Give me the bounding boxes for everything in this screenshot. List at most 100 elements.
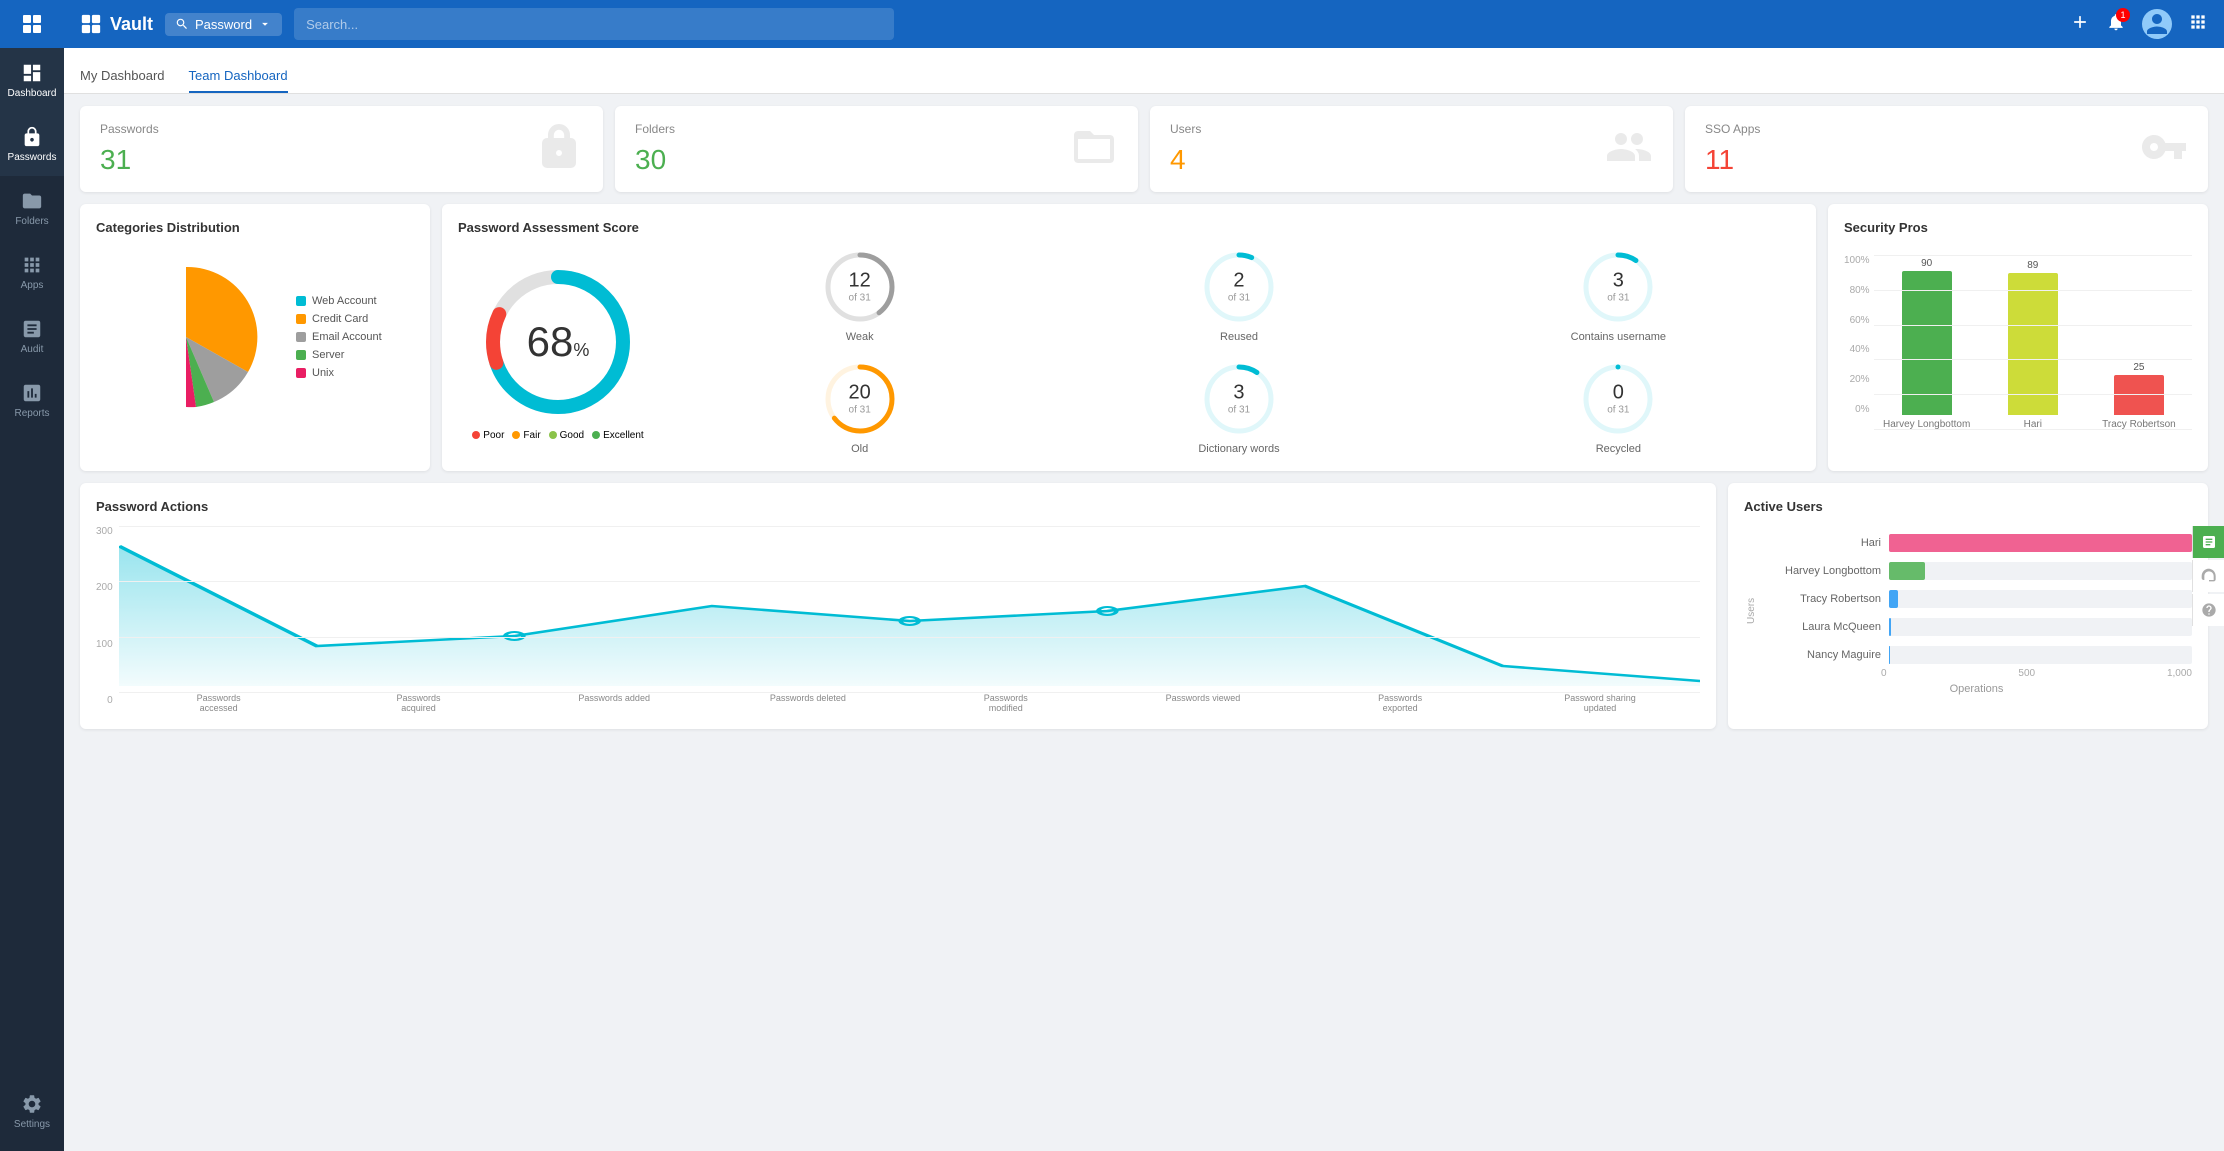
- security-y-axis: 100% 80% 60% 40% 20% 0%: [1844, 255, 1874, 415]
- legend-unix: Unix: [296, 367, 382, 379]
- active-users-x-axis: 0 500 1,000: [1761, 668, 2192, 679]
- metric-num-old: 20 of 31: [849, 381, 871, 415]
- right-icon-help[interactable]: [2192, 594, 2224, 626]
- metric-num-weak: 12 of 31: [849, 269, 871, 303]
- stat-icon-users: [1605, 123, 1653, 176]
- categories-card: Categories Distribution: [80, 204, 430, 471]
- bar-harvey-fill: [1902, 271, 1952, 415]
- sidebar-item-passwords[interactable]: Passwords: [0, 112, 64, 176]
- h-bar-track-nancy: [1889, 646, 2192, 664]
- active-users-card: Active Users Users Hari: [1728, 483, 2208, 729]
- security-chart-area: 100% 80% 60% 40% 20% 0%: [1844, 247, 2192, 430]
- sidebar-item-settings[interactable]: Settings: [0, 1079, 64, 1143]
- sidebar-item-dashboard[interactable]: Dashboard: [0, 48, 64, 112]
- legend-server: Server: [296, 349, 382, 361]
- sidebar-item-reports[interactable]: Reports: [0, 368, 64, 432]
- search-bar[interactable]: [294, 8, 894, 40]
- h-bar-fill-tracy: [1889, 590, 1898, 608]
- active-users-chart: Users Hari Harvey Longbottom: [1744, 526, 2192, 695]
- metric-circle-username: 3 of 31: [1578, 247, 1658, 327]
- stat-label-users: Users: [1170, 122, 1201, 136]
- metrics-grid: 12 of 31 Weak: [678, 247, 1800, 455]
- right-icon-green[interactable]: [2192, 526, 2224, 558]
- stat-value-passwords: 31: [100, 144, 159, 176]
- stat-label-sso: SSO Apps: [1705, 122, 1760, 136]
- bar-hari-fill: [2008, 273, 2058, 415]
- sidebar-item-audit[interactable]: Audit: [0, 304, 64, 368]
- h-bar-fill-nancy: [1889, 646, 1890, 664]
- stat-folders: Folders 30: [615, 106, 1138, 192]
- h-bar-fill-harvey: [1889, 562, 1925, 580]
- actions-card: Password Actions 300 200 100 0: [80, 483, 1716, 729]
- assessment-title: Password Assessment Score: [458, 220, 1800, 235]
- main-area: Vault Password 1 My Dash: [64, 0, 2224, 1151]
- legend-web-account: Web Account: [296, 295, 382, 307]
- tab-team-dashboard[interactable]: Team Dashboard: [189, 60, 288, 93]
- stat-value-sso: 11: [1705, 144, 1760, 176]
- metric-num-dictionary: 3 of 31: [1228, 381, 1250, 415]
- brand: Vault: [80, 13, 153, 35]
- stat-label-folders: Folders: [635, 122, 675, 136]
- stat-label-passwords: Passwords: [100, 122, 159, 136]
- metric-weak: 12 of 31 Weak: [678, 247, 1041, 343]
- h-bar-track-hari: [1889, 534, 2192, 552]
- actions-chart-area: 300 200 100 0: [96, 526, 1700, 713]
- categories-title: Categories Distribution: [96, 220, 414, 235]
- metric-circle-recycled: 0 of 31: [1578, 359, 1658, 439]
- security-bars-inner: 90 89 25: [1874, 255, 2192, 415]
- security-card: Security Pros 100% 80% 60% 40% 20% 0%: [1828, 204, 2208, 471]
- assessment-card: Password Assessment Score 68%: [442, 204, 1816, 471]
- active-users-y-label: Users: [1744, 526, 1757, 695]
- h-bar-hari: Hari: [1761, 534, 2192, 552]
- metric-dictionary: 3 of 31 Dictionary words: [1057, 359, 1420, 455]
- stat-users: Users 4: [1150, 106, 1673, 192]
- actions-y-axis: 300 200 100 0: [96, 526, 119, 706]
- metric-num-reused: 2 of 31: [1228, 269, 1250, 303]
- stats-row: Passwords 31 Folders 30 Users: [80, 106, 2208, 192]
- legend-excellent: Excellent: [592, 430, 644, 441]
- right-icon-headset[interactable]: [2192, 560, 2224, 592]
- score-circle: 68%: [478, 262, 638, 422]
- h-bar-fill-hari: [1889, 534, 2192, 552]
- actions-line-svg: [119, 526, 1700, 686]
- metric-reused: 2 of 31 Reused: [1057, 247, 1420, 343]
- metric-num-username: 3 of 31: [1607, 269, 1629, 303]
- tab-my-dashboard[interactable]: My Dashboard: [80, 60, 165, 93]
- metric-num-recycled: 0 of 31: [1607, 381, 1629, 415]
- stat-icon-sso: [2140, 123, 2188, 176]
- score-legend: Poor Fair Good: [472, 430, 643, 441]
- legend-email-account: Email Account: [296, 331, 382, 343]
- legend-poor: Poor: [472, 430, 504, 441]
- assessment-inner: 68% Poor Fair: [458, 247, 1800, 455]
- legend-good: Good: [549, 430, 584, 441]
- active-users-axis-label: Operations: [1761, 683, 2192, 695]
- security-title: Security Pros: [1844, 220, 2192, 235]
- bar-tracy-fill: [2114, 375, 2164, 415]
- user-avatar[interactable]: [2142, 9, 2172, 39]
- bottom-row: Password Actions 300 200 100 0: [80, 483, 2208, 729]
- pie-legend: Web Account Credit Card Email Account: [296, 295, 382, 379]
- sidebar-item-folders[interactable]: Folders: [0, 176, 64, 240]
- app-logo: [0, 0, 64, 48]
- active-users-bars-area: Hari Harvey Longbottom: [1761, 526, 2192, 695]
- topbar-right: 1: [2070, 9, 2208, 39]
- search-input[interactable]: [306, 17, 882, 32]
- actions-svg-area: Passwords accessed Passwords acquired Pa…: [119, 526, 1700, 713]
- notification-button[interactable]: 1: [2106, 12, 2126, 37]
- sidebar-item-apps[interactable]: Apps: [0, 240, 64, 304]
- search-filter[interactable]: Password: [165, 13, 282, 36]
- bar-harvey: 90: [1882, 258, 1972, 415]
- actions-x-labels: Passwords accessed Passwords acquired Pa…: [119, 693, 1700, 713]
- metric-circle-reused: 2 of 31: [1199, 247, 1279, 327]
- apps-grid-button[interactable]: [2188, 12, 2208, 37]
- bar-hari: 89: [1988, 260, 2078, 415]
- content-area: Passwords 31 Folders 30 Users: [64, 94, 2224, 1151]
- stat-value-users: 4: [1170, 144, 1201, 176]
- metric-old: 20 of 31 Old: [678, 359, 1041, 455]
- dashboard-tabs: My Dashboard Team Dashboard: [64, 48, 2224, 94]
- h-bar-harvey: Harvey Longbottom: [1761, 562, 2192, 580]
- bar-tracy: 25: [2094, 362, 2184, 415]
- security-x-labels: Harvey Longbottom Hari Tracy Robertson: [1874, 415, 2192, 430]
- add-button[interactable]: [2070, 12, 2090, 37]
- metric-circle-old: 20 of 31: [820, 359, 900, 439]
